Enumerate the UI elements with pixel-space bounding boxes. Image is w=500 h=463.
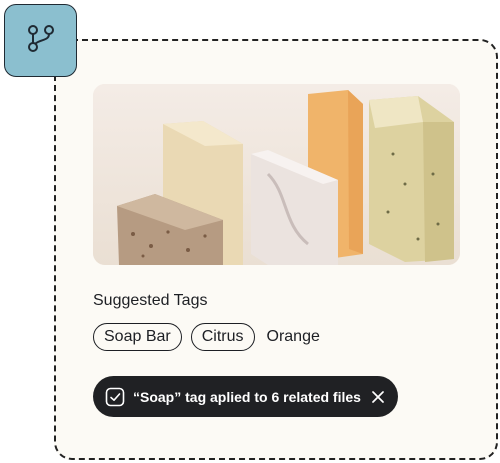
tag-chip-soap-bar[interactable]: Soap Bar — [93, 323, 182, 351]
close-icon[interactable] — [368, 387, 388, 407]
tag-chip-citrus[interactable]: Citrus — [190, 323, 255, 351]
toast-message: “Soap” tag aplied to 6 related files — [133, 388, 361, 405]
soap-photo — [93, 84, 460, 265]
toast-notification: “Soap” tag aplied to 6 related files — [93, 376, 398, 417]
suggested-tags-list: Soap Bar Citrus Orange — [93, 323, 320, 351]
check-square-icon — [105, 387, 125, 407]
branch-badge[interactable] — [4, 4, 77, 77]
suggested-tags-title: Suggested Tags — [93, 292, 208, 309]
git-branch-icon — [24, 21, 58, 60]
canvas: Suggested Tags Soap Bar Citrus Orange “S… — [0, 0, 500, 463]
tag-suggestion-orange[interactable]: Orange — [264, 328, 320, 346]
